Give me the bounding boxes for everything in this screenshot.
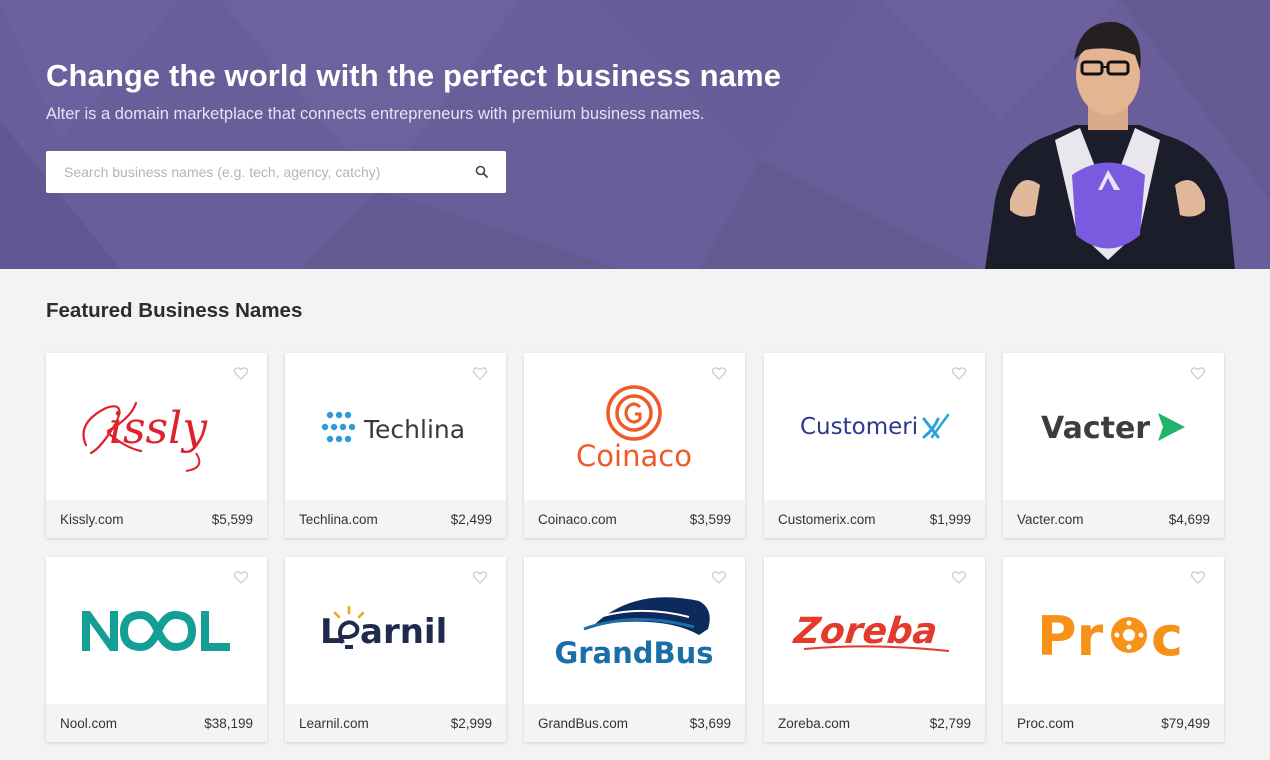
svg-text:Techlina: Techlina: [363, 415, 465, 444]
domain-price: $3,599: [689, 512, 731, 527]
svg-text:Customeri: Customeri: [800, 414, 918, 440]
favorite-heart-icon[interactable]: [951, 569, 967, 585]
domain-name[interactable]: Kissly.com: [60, 512, 124, 527]
domain-card-grandbus[interactable]: GrandBus GrandBus.com $3,699: [524, 557, 745, 742]
card-footer: Customerix.com $1,999: [764, 500, 985, 538]
card-footer: Zoreba.com $2,799: [764, 704, 985, 742]
favorite-heart-icon[interactable]: [711, 569, 727, 585]
domain-price: $79,499: [1161, 716, 1210, 731]
domain-name[interactable]: Learnil.com: [299, 716, 369, 731]
card-footer: Techlina.com $2,499: [285, 500, 506, 538]
domain-price: $2,499: [450, 512, 492, 527]
favorite-heart-icon[interactable]: [1190, 569, 1206, 585]
search-bar: [46, 151, 506, 193]
card-footer: Coinaco.com $3,599: [524, 500, 745, 538]
svg-text:c: c: [1151, 605, 1183, 668]
domain-name[interactable]: Coinaco.com: [538, 512, 617, 527]
card-footer: GrandBus.com $3,699: [524, 704, 745, 742]
domain-name[interactable]: Zoreba.com: [778, 716, 850, 731]
domain-name[interactable]: Proc.com: [1017, 716, 1074, 731]
domain-card-learnil[interactable]: L arnil Learnil.com $2,999: [285, 557, 506, 742]
svg-text:Coinaco: Coinaco: [576, 439, 692, 473]
domain-card-nool[interactable]: Nool.com $38,199: [46, 557, 267, 742]
domain-card-coinaco[interactable]: Coinaco Coinaco.com $3,599: [524, 353, 745, 538]
superhero-businessman-image: [985, 21, 1235, 269]
featured-section-title: Featured Business Names: [46, 299, 303, 322]
domain-price: $3,699: [689, 716, 731, 731]
domain-card-techlina[interactable]: Techlina Techlina.com $2,499: [285, 353, 506, 538]
svg-text:GrandBus: GrandBus: [554, 636, 713, 670]
hero-banner: Change the world with the perfect busine…: [0, 0, 1270, 269]
card-footer: Learnil.com $2,999: [285, 704, 506, 742]
favorite-heart-icon[interactable]: [711, 365, 727, 381]
svg-text:Vacter: Vacter: [1041, 411, 1150, 446]
search-icon[interactable]: [472, 162, 492, 182]
domain-price: $1,999: [929, 512, 971, 527]
favorite-heart-icon[interactable]: [233, 569, 249, 585]
card-footer: Vacter.com $4,699: [1003, 500, 1224, 538]
favorite-heart-icon[interactable]: [472, 365, 488, 381]
svg-text:arnil: arnil: [360, 612, 447, 652]
favorite-heart-icon[interactable]: [472, 569, 488, 585]
domain-price: $2,999: [450, 716, 492, 731]
card-footer: Kissly.com $5,599: [46, 500, 267, 538]
svg-text:issly: issly: [109, 403, 208, 454]
domain-name[interactable]: Vacter.com: [1017, 512, 1084, 527]
domain-card-proc[interactable]: Pr c Proc.com $79,499: [1003, 557, 1224, 742]
domain-name[interactable]: Customerix.com: [778, 512, 876, 527]
domain-name[interactable]: Nool.com: [60, 716, 117, 731]
domain-name[interactable]: Techlina.com: [299, 512, 378, 527]
search-input[interactable]: [46, 151, 466, 193]
domain-price: $38,199: [204, 716, 253, 731]
domain-card-vacter[interactable]: Vacter Vacter.com $4,699: [1003, 353, 1224, 538]
domain-name[interactable]: GrandBus.com: [538, 716, 628, 731]
domain-card-zoreba[interactable]: Zoreba Zoreba.com $2,799: [764, 557, 985, 742]
favorite-heart-icon[interactable]: [951, 365, 967, 381]
card-footer: Nool.com $38,199: [46, 704, 267, 742]
domain-card-customerix[interactable]: Customeri Customerix.com $1,999: [764, 353, 985, 538]
card-footer: Proc.com $79,499: [1003, 704, 1224, 742]
domain-price: $2,799: [929, 716, 971, 731]
favorite-heart-icon[interactable]: [1190, 365, 1206, 381]
svg-text:Pr: Pr: [1037, 605, 1104, 668]
domain-price: $4,699: [1168, 512, 1210, 527]
hero-subtitle: Alter is a domain marketplace that conne…: [46, 105, 705, 123]
favorite-heart-icon[interactable]: [233, 365, 249, 381]
hero-title: Change the world with the perfect busine…: [46, 58, 782, 93]
domain-price: $5,599: [211, 512, 253, 527]
domain-card-kissly[interactable]: issly Kissly.com $5,599: [46, 353, 267, 538]
